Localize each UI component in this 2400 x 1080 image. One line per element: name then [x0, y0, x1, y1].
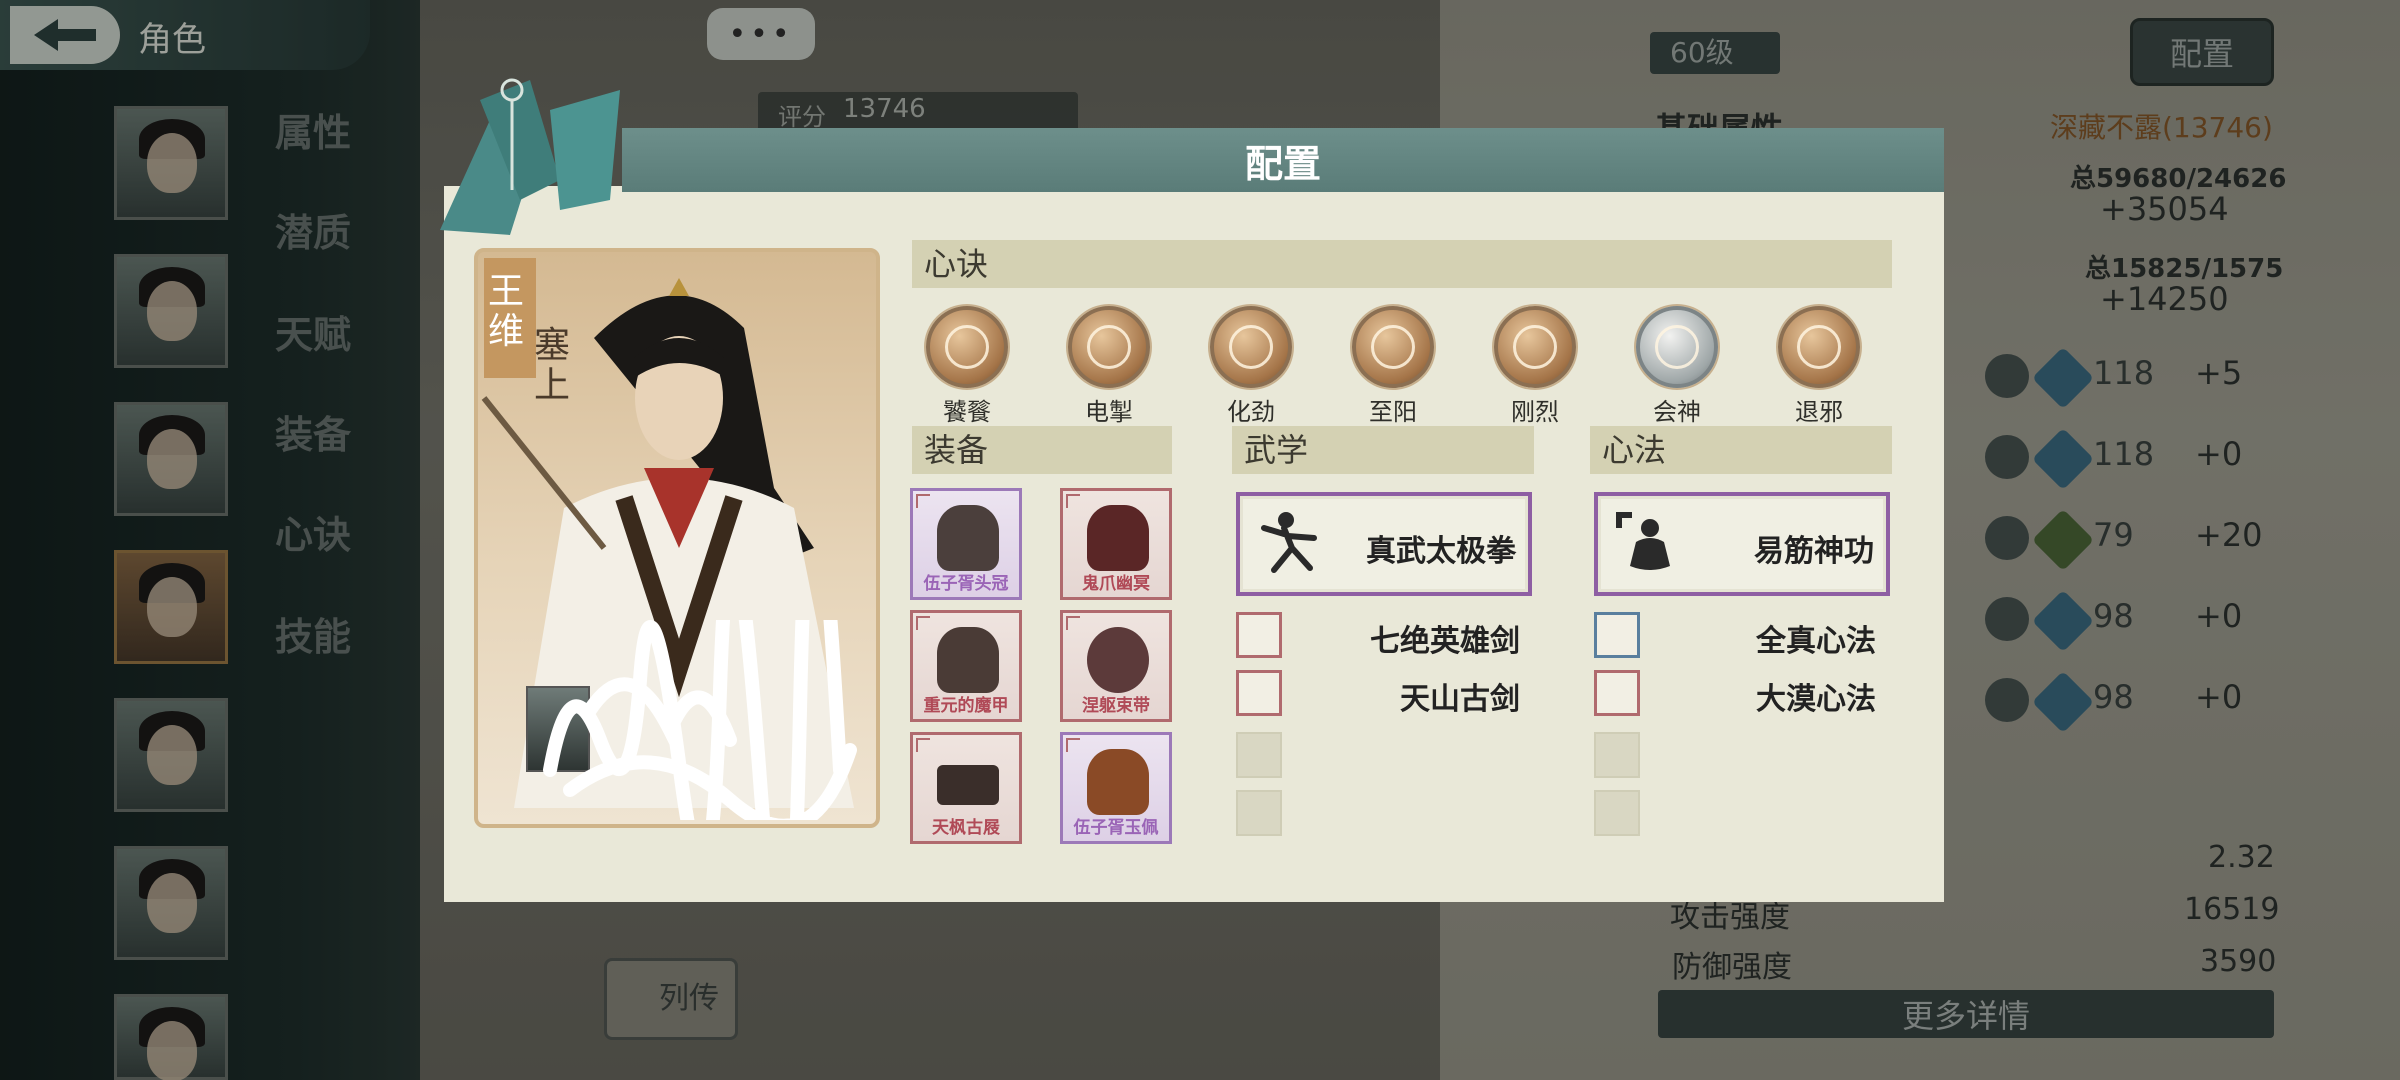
equipment-name: 鬼爪幽冥: [1082, 574, 1150, 594]
skill-slot[interactable]: 饕餮: [924, 306, 1010, 427]
swirl-icon: [1210, 306, 1292, 388]
modal-title: 配置: [1244, 141, 1321, 186]
martial-item[interactable]: 天山古剑: [1236, 670, 1520, 718]
sword-fighter-icon: [1236, 612, 1282, 658]
equipment-slot-head[interactable]: 伍子胥头冠: [910, 488, 1022, 600]
armor-icon: [937, 627, 999, 693]
method-item-name: 大漠心法: [1756, 682, 1876, 717]
equipment-slot-armor[interactable]: 重元的魔甲: [910, 610, 1022, 722]
equipment-slot-boots[interactable]: 天枫古屐: [910, 732, 1022, 844]
kungfu-fighter-icon: [1261, 512, 1317, 573]
featured-method-name: 易筋神功: [1754, 534, 1874, 569]
skill-slot[interactable]: 电掣: [1066, 306, 1152, 427]
spirit-icon: [1636, 306, 1718, 388]
skill-name: 电掣: [1085, 398, 1133, 426]
section-header-method: 心法: [1590, 426, 1892, 474]
equipment-name: 涅躯束带: [1082, 696, 1150, 716]
section-header-equipment: 装备: [912, 426, 1172, 474]
method-item-name: 全真心法: [1756, 624, 1876, 659]
sun-icon: [1352, 306, 1434, 388]
belt-icon: [1087, 627, 1149, 693]
equipment-slot-weapon[interactable]: 鬼爪幽冥: [1060, 488, 1172, 600]
equipment-name: 伍子胥头冠: [923, 574, 1009, 594]
character-title: 塞上: [534, 325, 571, 406]
empty-martial-slot[interactable]: [1236, 732, 1282, 778]
tiger-icon: [1494, 306, 1576, 388]
signature-scribble: [543, 620, 857, 820]
empty-method-slot[interactable]: [1594, 790, 1640, 836]
skill-slot[interactable]: 刚烈: [1492, 306, 1578, 427]
skill-slot[interactable]: 化劲: [1208, 306, 1294, 427]
equipment-slot-accessory[interactable]: 伍子胥玉佩: [1060, 732, 1172, 844]
sword-fighter-icon: [1236, 670, 1282, 716]
skill-name: 饕餮: [943, 398, 991, 426]
martial-item-name: 七绝英雄剑: [1370, 624, 1520, 659]
method-item[interactable]: 全真心法: [1594, 612, 1884, 660]
equipment-slot-belt[interactable]: 涅躯束带: [1060, 610, 1172, 722]
skill-slot[interactable]: 退邪: [1776, 306, 1862, 427]
section-header-mind: 心诀: [912, 240, 1892, 288]
warrior-icon: [1594, 670, 1640, 716]
skill-slot[interactable]: 会神: [1634, 306, 1720, 427]
skill-name: 退邪: [1795, 398, 1843, 426]
equipment-name: 伍子胥玉佩: [1073, 818, 1159, 838]
lightning-icon: [1068, 306, 1150, 388]
skill-name: 至阳: [1369, 398, 1417, 426]
empty-martial-slot[interactable]: [1236, 790, 1282, 836]
skill-name: 刚烈: [1511, 398, 1559, 426]
empty-method-slot[interactable]: [1594, 732, 1640, 778]
equipment-name: 天枫古屐: [932, 818, 1000, 838]
method-item[interactable]: 大漠心法: [1594, 670, 1884, 718]
helmet-icon: [937, 505, 999, 571]
meditating-monk-icon: [1616, 512, 1670, 570]
claw-icon: [1087, 505, 1149, 571]
skill-name: 会神: [1653, 398, 1701, 426]
featured-martial-skill[interactable]: 真武太极拳: [1236, 492, 1532, 596]
equipment-name: 重元的魔甲: [923, 696, 1009, 716]
beast-icon: [926, 306, 1008, 388]
skill-name: 化劲: [1227, 398, 1275, 426]
character-name: 王维: [488, 271, 525, 352]
monk-icon: [1594, 612, 1640, 658]
martial-item[interactable]: 七绝英雄剑: [1236, 612, 1520, 660]
skill-slot[interactable]: 至阳: [1350, 306, 1436, 427]
pendant-icon: [1087, 749, 1149, 815]
boots-icon: [937, 765, 999, 805]
sword-ornament-icon: [440, 78, 620, 235]
featured-martial-name: 真武太极拳: [1366, 534, 1516, 569]
featured-method-skill[interactable]: 易筋神功: [1594, 492, 1890, 596]
section-header-martial: 武学: [1232, 426, 1534, 474]
talisman-icon: [1778, 306, 1860, 388]
martial-item-name: 天山古剑: [1400, 682, 1520, 717]
